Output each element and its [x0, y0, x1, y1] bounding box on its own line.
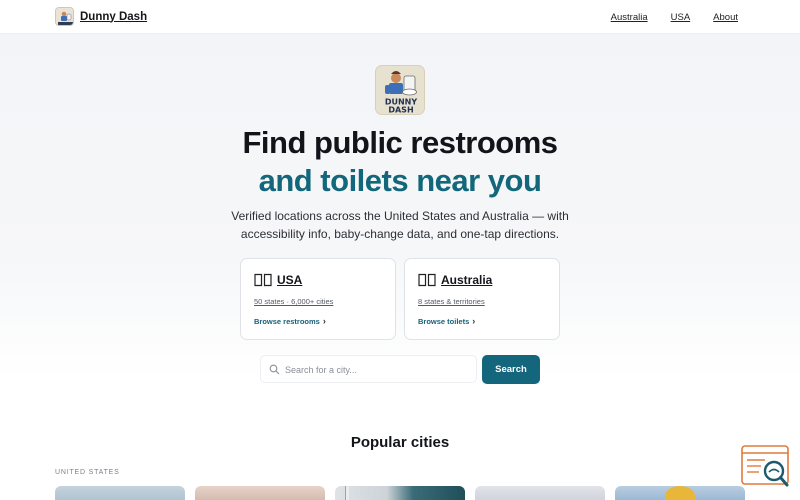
card-title-australia[interactable]: Australia: [441, 273, 492, 287]
book-icon: [254, 273, 272, 287]
card-header: Australia: [418, 273, 492, 287]
browse-link-label: Browse restrooms: [254, 316, 320, 326]
building-shape: [345, 486, 349, 500]
country-card-usa[interactable]: USA 50 states · 6,000+ cities Browse res…: [240, 258, 396, 340]
nav-link-about[interactable]: About: [713, 12, 738, 23]
hero-title-accent: and toilets near you: [258, 163, 542, 198]
card-title-usa[interactable]: USA: [277, 273, 302, 287]
search-widget-icon[interactable]: [741, 445, 791, 490]
region-label-us: UNITED STATES: [55, 469, 120, 476]
city-card-image[interactable]: [335, 486, 465, 500]
city-card-image[interactable]: [615, 486, 745, 500]
search-icon: [269, 364, 280, 375]
browse-link-australia[interactable]: Browse toilets ›: [418, 316, 475, 326]
popular-cities-title: Popular cities: [350, 434, 450, 451]
book-icon: [418, 273, 436, 287]
country-card-australia[interactable]: Australia 8 states & territories Browse …: [404, 258, 560, 340]
card-header: USA: [254, 273, 302, 287]
site-header: Dunny Dash Australia USA About: [0, 0, 800, 34]
hero-logo: DUNNY DASH: [375, 65, 425, 115]
city-search-input[interactable]: [285, 360, 471, 380]
search-button[interactable]: Search: [482, 355, 540, 384]
nav-link-usa[interactable]: USA: [671, 12, 691, 23]
top-nav: Australia USA About: [611, 12, 738, 23]
browse-link-usa[interactable]: Browse restrooms ›: [254, 316, 326, 326]
hero-title: Find public restrooms: [242, 125, 558, 160]
brand-logo-icon: [55, 7, 74, 26]
landmark-shape: [665, 486, 695, 500]
chevron-right-icon: ›: [472, 316, 476, 326]
city-card-image[interactable]: [195, 486, 325, 500]
card-meta-usa: 50 states · 6,000+ cities: [254, 297, 334, 306]
hero-subtitle: Verified locations across the United Sta…: [231, 209, 569, 241]
nav-link-australia[interactable]: Australia: [611, 12, 648, 23]
chevron-right-icon: ›: [322, 316, 326, 326]
brand-link[interactable]: Dunny Dash: [55, 7, 147, 26]
city-card-image[interactable]: [475, 486, 605, 500]
card-meta-australia: 8 states & territories: [418, 297, 485, 306]
city-card-image[interactable]: [55, 486, 185, 500]
brand-name: Dunny Dash: [80, 10, 148, 23]
city-search-box: [260, 355, 477, 383]
browse-link-label: Browse toilets: [418, 316, 470, 326]
hero-logo-text-2: DASH: [388, 106, 413, 115]
